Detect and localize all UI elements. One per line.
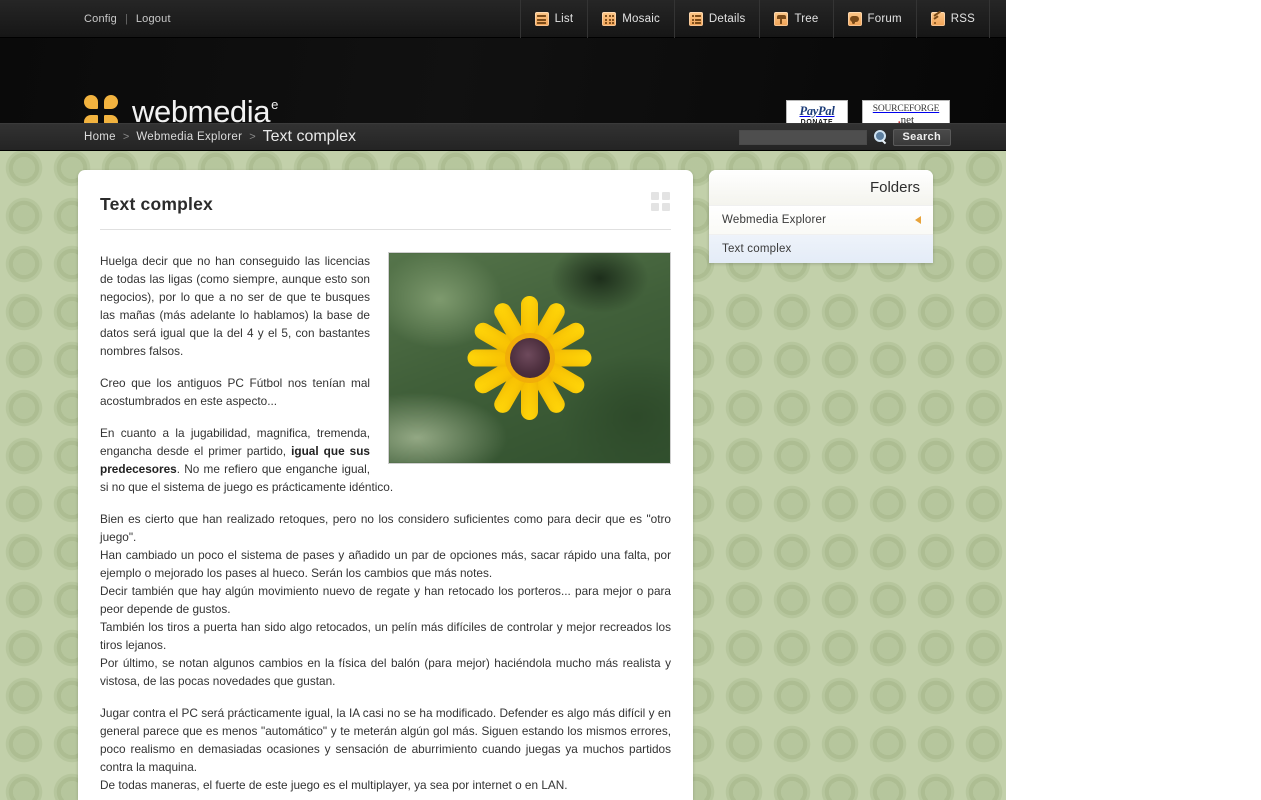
breadcrumb-separator-2: > [249, 131, 256, 143]
breadcrumb-separator-1: > [122, 131, 130, 143]
logo-superscript: e [271, 97, 278, 112]
nav-item-rss-label: RSS [950, 13, 975, 25]
mosaic-icon [602, 12, 617, 26]
folder-item-text-complex[interactable]: Text complex [709, 234, 933, 263]
sourceforge-wordmark: SOURCEFORGE [872, 103, 940, 114]
paypal-wordmark: PayPal [799, 103, 835, 118]
tree-icon [774, 12, 789, 26]
page-title: Text complex [100, 194, 213, 214]
folder-item-label: Text complex [722, 243, 792, 255]
breadcrumb-bar: Home > Webmedia Explorer > Text complex … [0, 123, 1006, 151]
nav-item-mosaic-label: Mosaic [622, 13, 660, 25]
site-container: Config | Logout List Mosaic Details Tree… [0, 0, 1006, 800]
flower-center [509, 338, 550, 378]
view-mode-nav: List Mosaic Details Tree Forum RSS [519, 0, 990, 38]
paragraph-9: Jugar contra el PC será prácticamente ig… [100, 706, 671, 774]
grid-view-icon[interactable] [651, 192, 671, 212]
paragraph-6: Decir también que hay algún movimiento n… [100, 584, 671, 616]
folders-panel-header: Folders [709, 170, 933, 205]
forum-icon [847, 12, 862, 26]
config-link[interactable]: Config [84, 13, 117, 25]
article-image[interactable] [388, 252, 671, 464]
page-root: Config | Logout List Mosaic Details Tree… [0, 0, 1261, 800]
article-card: Text complex Huelga decir que no han con… [78, 170, 693, 800]
folder-item-webmedia-explorer[interactable]: Webmedia Explorer [709, 205, 933, 234]
search-button[interactable]: Search [892, 128, 951, 146]
search-icon[interactable] [873, 130, 887, 144]
article-body: Huelga decir que no han conseguido las l… [78, 230, 693, 794]
nav-item-forum-label: Forum [867, 13, 902, 25]
masthead: webmediae PayPal DONATE SOURCEFORGE .net [0, 38, 1006, 131]
details-icon [688, 12, 703, 26]
paragraph-4: Bien es cierto que han realizado retoque… [100, 512, 671, 544]
paragraph-8: Por último, se notan algunos cambios en … [100, 656, 671, 688]
breadcrumb-item-current: Text complex [262, 128, 357, 145]
folder-item-label: Webmedia Explorer [722, 214, 827, 226]
content-area: Text complex Huelga decir que no han con… [0, 151, 1006, 800]
nav-item-details[interactable]: Details [673, 0, 760, 38]
nav-item-tree[interactable]: Tree [759, 0, 832, 38]
nav-item-tree-label: Tree [794, 13, 819, 25]
folders-title: Folders [869, 179, 920, 196]
breadcrumb: Home > Webmedia Explorer > Text complex [84, 124, 356, 150]
nav-item-list-label: List [554, 13, 574, 25]
account-links-separator: | [125, 13, 128, 25]
article-header: Text complex [78, 170, 693, 215]
list-icon [534, 12, 549, 26]
search-input[interactable] [738, 129, 867, 145]
paragraph-7: También los tiros a puerta han sido algo… [100, 620, 671, 652]
search-bar: Search [738, 124, 951, 150]
logout-link[interactable]: Logout [136, 13, 171, 25]
paragraph-5: Han cambiado un poco el sistema de pases… [100, 548, 671, 580]
nav-item-details-label: Details [708, 13, 746, 25]
paragraph-10: De todas maneras, el fuerte de este jueg… [100, 778, 568, 792]
account-links: Config | Logout [84, 0, 171, 38]
nav-item-forum[interactable]: Forum [832, 0, 916, 38]
top-utility-bar: Config | Logout List Mosaic Details Tree… [0, 0, 1006, 38]
folders-panel: Folders Webmedia Explorer Text complex [709, 170, 933, 263]
rss-icon [930, 10, 945, 26]
nav-item-rss[interactable]: RSS [915, 0, 990, 38]
breadcrumb-item-webmedia-explorer[interactable]: Webmedia Explorer [136, 131, 242, 143]
nav-item-list[interactable]: List [519, 0, 588, 38]
chevron-left-icon [915, 216, 921, 224]
nav-item-mosaic[interactable]: Mosaic [587, 0, 674, 38]
breadcrumb-item-home[interactable]: Home [84, 131, 116, 143]
